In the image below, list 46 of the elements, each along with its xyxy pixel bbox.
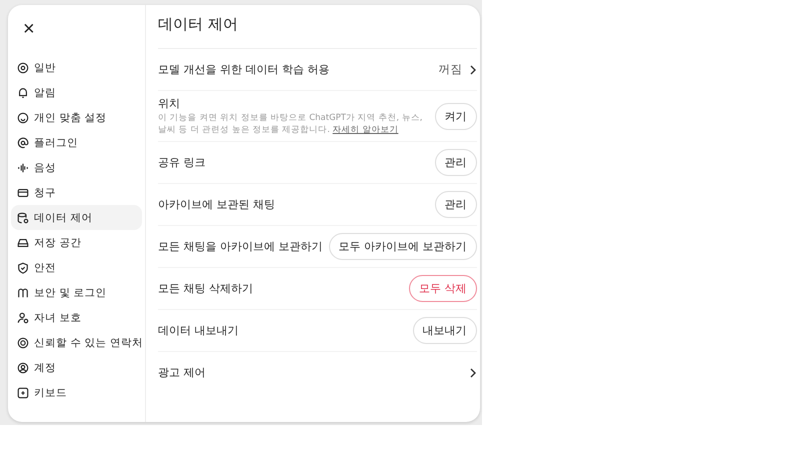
action-button[interactable]: 켜기 [434, 102, 476, 130]
action-button[interactable]: 모두 아카이브에 보관하기 [328, 233, 476, 260]
child-icon [17, 312, 29, 324]
chevron-right-icon[interactable] [468, 366, 476, 378]
setting-label: 모든 채팅을 아카이브에 보관하기 [158, 239, 322, 254]
sidebar-item[interactable]: 개인 맞춤 설정 [11, 105, 142, 130]
action-button[interactable]: 관리 [434, 149, 476, 176]
at-icon [17, 136, 29, 148]
sidebar-item[interactable]: 자녀 보호 [11, 305, 142, 330]
delete-button[interactable]: 모두 삭제 [409, 275, 476, 302]
setting-label: 광고 제어 [158, 365, 206, 380]
action-button[interactable]: 내보내기 [412, 317, 476, 344]
sidebar-item[interactable]: 저장 공간 [11, 230, 142, 255]
drive-icon [17, 236, 29, 248]
page-title: 데이터 제어 [158, 15, 476, 49]
sidebar-item[interactable]: 데이터 제어 [11, 205, 142, 230]
setting-description: 이 기능을 켜면 위치 정보를 바탕으로 ChatGPT가 지역 추천, 뉴스, 날씨 등 더 관련성 높은 정보를 제공합니다. 자세히 알아보기 [158, 113, 424, 136]
bell-icon [17, 86, 29, 98]
chevron-right-icon[interactable] [468, 64, 476, 76]
close-button[interactable]: × [15, 17, 43, 41]
ring-icon [17, 336, 29, 348]
setting-label: 위치 [158, 96, 181, 112]
smile-icon [17, 112, 29, 124]
card-icon [17, 186, 29, 198]
wave-icon [17, 162, 29, 174]
setting-label: 아카이브에 보관된 채팅 [158, 197, 276, 212]
setting-label: 공유 링크 [158, 155, 206, 170]
learn-more-link[interactable]: 자세히 알아보기 [332, 124, 398, 134]
sidebar-item[interactable]: 신뢰할 수 있는 연락처 [11, 330, 142, 355]
person-icon [17, 362, 29, 374]
db-icon [17, 212, 29, 224]
sidebar-item[interactable]: 안전 [11, 255, 142, 280]
sidebar-item[interactable]: 보안 및 로그인 [11, 280, 142, 305]
setting-label: 모든 채팅 삭제하기 [158, 281, 254, 296]
sidebar-item[interactable]: 일반 [11, 55, 142, 80]
sidebar-item[interactable]: 알림 [11, 80, 142, 105]
setting-label: 모델 개선을 위한 데이터 학습 허용 [158, 62, 330, 77]
shield-icon [17, 262, 29, 274]
sidebar-item[interactable]: 청구 [11, 180, 142, 205]
setting-value[interactable]: 꺼짐 [438, 62, 462, 77]
sidebar-item[interactable]: 음성 [11, 155, 142, 180]
action-button[interactable]: 관리 [434, 191, 476, 218]
sidebar-item[interactable]: 계정 [11, 355, 142, 380]
setting-label: 데이터 내보내기 [158, 323, 240, 338]
sidebar-item[interactable]: 플러그인 [11, 130, 142, 155]
sidebar-item[interactable]: 키보드 [11, 380, 142, 405]
